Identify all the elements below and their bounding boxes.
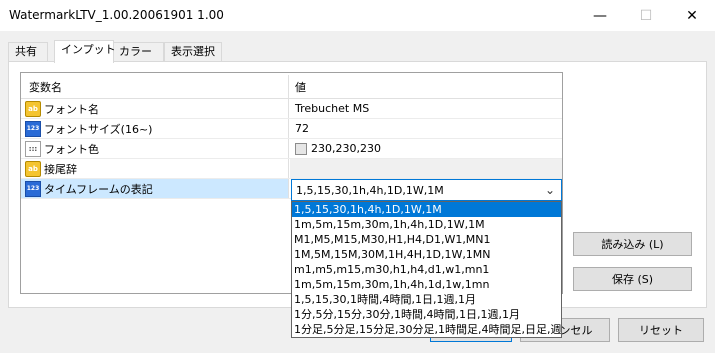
reset-button[interactable]: リセット <box>618 318 704 342</box>
dropdown-option[interactable]: 1M,5M,15M,30M,1H,4H,1D,1W,1MN <box>292 247 561 262</box>
param-name: フォント色 <box>44 142 99 156</box>
dropdown-option[interactable]: M1,M5,M15,M30,H1,H4,D1,W1,MN1 <box>292 232 561 247</box>
param-name: 接尾辞 <box>44 162 77 176</box>
row-name-cell: ab フォント名 <box>21 99 289 118</box>
save-button[interactable]: 保存 (S) <box>573 267 692 291</box>
load-button[interactable]: 読み込み (L) <box>573 232 692 256</box>
param-value[interactable]: 72 <box>290 119 562 138</box>
close-button[interactable]: ✕ <box>669 0 715 31</box>
param-value-cell[interactable]: 230,230,230 <box>290 139 562 158</box>
table-row[interactable]: ab 接尾辞 <box>21 159 562 179</box>
dropdown-option[interactable]: 1分足,5分足,15分足,30分足,1時間足,4時間足,日足,週足,月足 <box>292 322 561 337</box>
title-bar: WatermarkLTV_1.00.20061901 1.00 — ☐ ✕ <box>0 0 715 31</box>
tab-inputs[interactable]: インプット <box>54 40 116 63</box>
string-icon: ab <box>25 100 41 117</box>
dropdown-option[interactable]: 1,5,15,30,1h,4h,1D,1W,1M <box>292 202 561 217</box>
tab-colors[interactable]: カラー <box>112 42 164 62</box>
dropdown-option[interactable]: 1分,5分,15分,30分,1時間,4時間,1日,1週,1月 <box>292 307 561 322</box>
row-name-cell: ::: フォント色 <box>21 139 289 158</box>
dropdown-option[interactable]: m1,m5,m15,m30,h1,h4,d1,w1,mn1 <box>292 262 561 277</box>
table-row[interactable]: 123 フォントサイズ(16~) 72 <box>21 119 562 139</box>
tab-common[interactable]: 共有 <box>8 42 48 62</box>
combobox-value: 1,5,15,30,1h,4h,1D,1W,1M <box>296 183 444 197</box>
timeframe-combobox[interactable]: 1,5,15,30,1h,4h,1D,1W,1M ⌄ <box>291 179 562 201</box>
tab-display-select[interactable]: 表示選択 <box>164 42 222 62</box>
param-value: 230,230,230 <box>311 142 381 155</box>
color-icon: ::: <box>25 140 41 157</box>
table-row[interactable]: ab フォント名 Trebuchet MS <box>21 99 562 119</box>
color-swatch[interactable] <box>295 142 307 155</box>
table-header: 変数名 値 <box>21 75 562 99</box>
column-header-value[interactable]: 値 <box>290 75 562 98</box>
integer-icon: 123 <box>25 120 41 137</box>
param-name: タイムフレームの表記 <box>44 182 153 196</box>
dropdown-option[interactable]: 1m,5m,15m,30m,1h,4h,1d,1w,1mn <box>292 277 561 292</box>
dropdown-option[interactable]: 1m,5m,15m,30m,1h,4h,1D,1W,1M <box>292 217 561 232</box>
minimize-button[interactable]: — <box>577 0 623 31</box>
param-name: フォント名 <box>44 102 99 116</box>
column-header-name[interactable]: 変数名 <box>21 75 289 98</box>
table-row[interactable]: ::: フォント色 230,230,230 <box>21 139 562 159</box>
chevron-down-icon[interactable]: ⌄ <box>545 183 555 197</box>
window-title: WatermarkLTV_1.00.20061901 1.00 <box>9 8 224 22</box>
timeframe-dropdown-list: 1,5,15,30,1h,4h,1D,1W,1M 1m,5m,15m,30m,1… <box>291 201 562 338</box>
string-icon: ab <box>25 160 41 177</box>
row-name-cell: 123 フォントサイズ(16~) <box>21 119 289 138</box>
dropdown-option[interactable]: 1,5,15,30,1時間,4時間,1日,1週,1月 <box>292 292 561 307</box>
integer-icon: 123 <box>25 180 41 197</box>
param-name: フォントサイズ(16~) <box>44 122 153 136</box>
param-value[interactable] <box>290 159 562 178</box>
row-name-cell: 123 タイムフレームの表記 <box>21 179 289 198</box>
param-value[interactable]: Trebuchet MS <box>290 99 562 118</box>
maximize-button: ☐ <box>639 7 653 24</box>
row-name-cell: ab 接尾辞 <box>21 159 289 178</box>
